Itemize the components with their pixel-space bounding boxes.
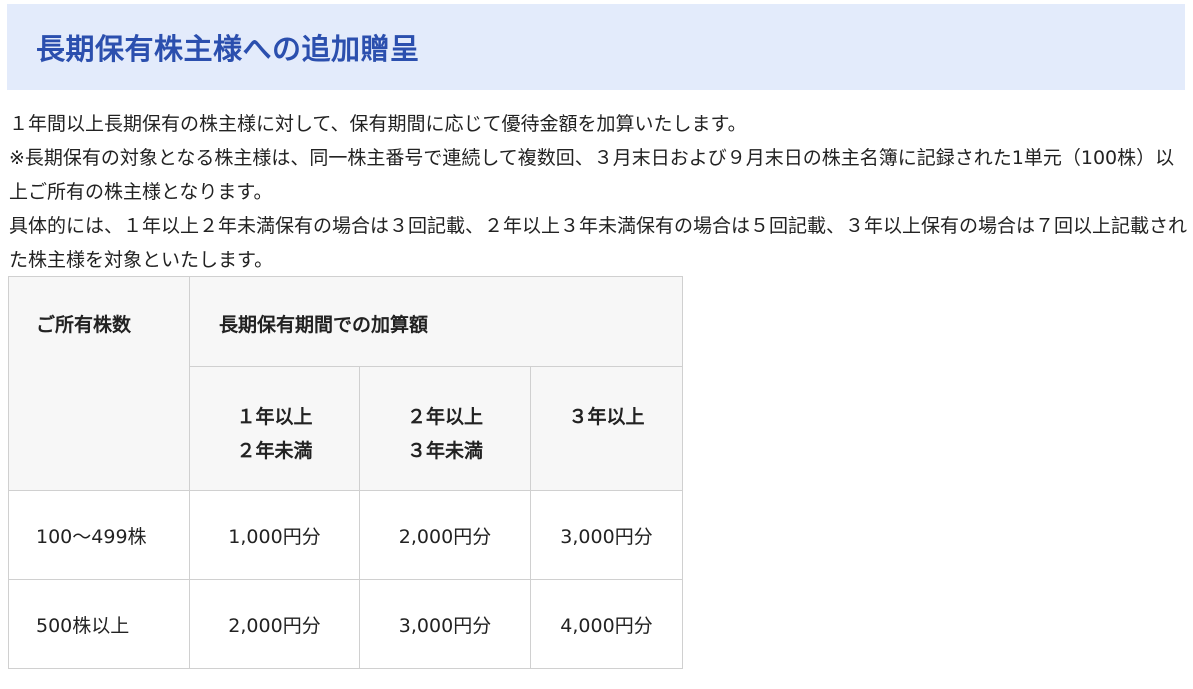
- header-period-1: １年以上 ２年未満: [189, 366, 360, 491]
- table-row: 500株以上 2,000円分 3,000円分 4,000円分: [8, 579, 683, 669]
- row-2-amount-1: 2,000円分: [189, 579, 360, 669]
- intro-paragraph-1: １年間以上長期保有の株主様に対して、保有期間に応じて優待金額を加算いたします。: [9, 113, 747, 135]
- intro-paragraph-3: 具体的には、１年以上２年未満保有の場合は３回記載、２年以上３年未満保有の場合は５…: [9, 215, 1188, 271]
- period-3-line-1: ３年以上: [568, 406, 645, 428]
- row-1-amount-3: 3,000円分: [530, 490, 683, 580]
- header-period-3: ３年以上: [530, 366, 683, 491]
- bonus-table: ご所有株数 長期保有期間での加算額 １年以上 ２年未満 ２年以上 ３年未満 ３年…: [8, 276, 683, 669]
- table-row: 100～499株 1,000円分 2,000円分 3,000円分: [8, 490, 683, 580]
- row-2-shares: 500株以上: [8, 579, 190, 669]
- period-2-line-1: ２年以上: [406, 406, 483, 428]
- row-1-amount-1: 1,000円分: [189, 490, 360, 580]
- intro-paragraph-2: ※長期保有の対象となる株主様は、同一株主番号で連続して複数回、３月末日および９月…: [9, 147, 1175, 203]
- header-bonus: 長期保有期間での加算額: [189, 276, 683, 367]
- row-1-shares: 100～499株: [8, 490, 190, 580]
- table-header-row: ご所有株数 長期保有期間での加算額: [8, 276, 683, 491]
- period-2-line-2: ３年未満: [406, 440, 483, 462]
- header-period-2: ２年以上 ３年未満: [359, 366, 531, 491]
- section-header: 長期保有株主様への追加贈呈: [7, 4, 1185, 90]
- period-1-line-2: ２年未満: [236, 440, 313, 462]
- period-1-line-1: １年以上: [236, 406, 313, 428]
- row-1-amount-2: 2,000円分: [359, 490, 531, 580]
- header-shares: ご所有株数: [8, 276, 190, 491]
- row-2-amount-2: 3,000円分: [359, 579, 531, 669]
- row-2-amount-3: 4,000円分: [530, 579, 683, 669]
- section-title: 長期保有株主様への追加贈呈: [36, 32, 420, 66]
- intro-text: １年間以上長期保有の株主様に対して、保有期間に応じて優待金額を加算いたします。 …: [9, 107, 1189, 277]
